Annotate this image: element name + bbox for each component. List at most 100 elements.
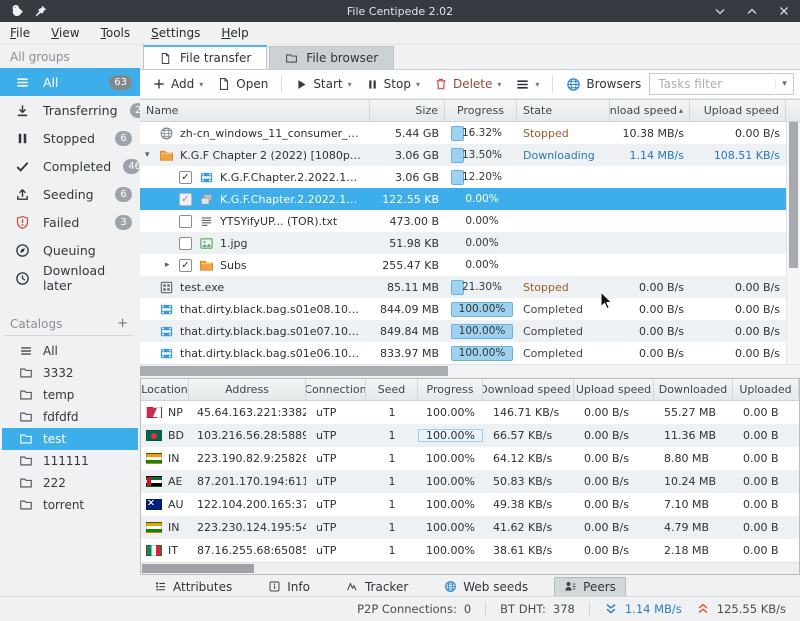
peers-column-header-seed[interactable]: Seed [366, 379, 418, 400]
delete-dropdown-caret[interactable]: ▾ [497, 80, 501, 89]
stop-button[interactable]: Stop▾ [360, 75, 426, 93]
open-button[interactable]: Open [211, 75, 274, 93]
catalog-item-111111[interactable]: 111111 [2, 450, 138, 472]
horizontal-scrollbar[interactable] [140, 364, 800, 377]
peers-horizontal-scrollbar[interactable] [141, 562, 799, 574]
menu-item-settings[interactable]: Settings [151, 26, 200, 40]
transfer-row[interactable]: zh-cn_windows_11_consumer_editions_upd…5… [140, 122, 786, 144]
detail-tab-peers[interactable]: Peers [554, 577, 626, 597]
catalog-item-3332[interactable]: 3332 [2, 362, 138, 384]
peers-column-header-connection[interactable]: Connection [306, 379, 366, 400]
peer-row[interactable]: IN223.190.82.9:25828uTP1100.00%64.12 KB/… [141, 447, 799, 470]
peer-row[interactable]: AE87.201.170.194:61186uTP1100.00%50.83 K… [141, 470, 799, 493]
catalog-item-test[interactable]: test [2, 428, 138, 450]
sidebar-item-transferring[interactable]: Transferring2 [0, 96, 140, 124]
file-checkbox[interactable] [179, 237, 192, 250]
menu-item-file[interactable]: File [10, 26, 30, 40]
tab-file-browser[interactable]: File browser [269, 46, 394, 69]
horizontal-scrollbar-thumb[interactable] [140, 366, 448, 376]
peers-column-header-address[interactable]: Address [189, 379, 306, 400]
browsers-button[interactable]: Browsers [560, 75, 647, 94]
sidebar-item-queuing[interactable]: Queuing [0, 236, 140, 264]
peers-column-header-download-speed[interactable]: Download speed▴ [483, 379, 574, 400]
peer-upload-speed: 0.00 B/s [574, 406, 654, 419]
sidebar-item-failed[interactable]: Failed3 [0, 208, 140, 236]
start-dropdown-caret[interactable]: ▾ [348, 80, 352, 89]
pin-icon[interactable] [34, 3, 48, 19]
sidebar-item-completed[interactable]: Completed46 [0, 152, 140, 180]
peer-row[interactable]: BD103.216.56.28:58896uTP1100.00%66.57 KB… [141, 424, 799, 447]
maximize-button[interactable] [744, 3, 760, 19]
expander-icon[interactable]: ▸ [165, 260, 179, 270]
file-checkbox[interactable]: ✓ [179, 193, 192, 206]
file-checkbox[interactable]: ✓ [179, 171, 192, 184]
detail-tab-label: Peers [583, 580, 616, 594]
expander-icon[interactable]: ▾ [145, 150, 159, 160]
add-button[interactable]: Add▾ [146, 75, 209, 93]
download-arrows-icon [604, 602, 618, 616]
delete-button[interactable]: Delete▾ [428, 75, 507, 93]
more-dropdown-caret[interactable]: ▾ [535, 80, 539, 89]
vertical-scrollbar-thumb[interactable] [789, 122, 798, 268]
peers-horizontal-scrollbar-thumb[interactable] [142, 564, 254, 573]
transfer-row[interactable]: that.dirty.black.bag.s01e07.1080p.web.h2… [140, 320, 786, 342]
add-catalog-button[interactable]: + [117, 316, 128, 331]
menu-item-tools[interactable]: Tools [101, 26, 131, 40]
peers-column-header-upload-speed[interactable]: Upload speed [574, 379, 654, 400]
sidebar-item-label: All [43, 75, 59, 90]
file-checkbox[interactable]: ✓ [179, 259, 192, 272]
catalog-item-torrent[interactable]: torrent [2, 494, 138, 516]
sidebar-item-all[interactable]: All63 [0, 68, 140, 96]
peer-row[interactable]: NP45.64.163.221:33822uTP1100.00%146.71 K… [141, 401, 799, 424]
peer-row[interactable]: AU122.104.200.165:37738uTP1100.00%49.38 … [141, 493, 799, 516]
sidebar-item-download-later[interactable]: Download later [0, 264, 140, 292]
column-header-upload-speed[interactable]: Upload speed [690, 100, 786, 121]
minimize-button[interactable] [712, 3, 728, 19]
peer-row[interactable]: IN223.230.124.195:54348uTP1100.00%41.62 … [141, 516, 799, 539]
peers-table: NP45.64.163.221:33822uTP1100.00%146.71 K… [141, 401, 799, 562]
more-menu-button[interactable]: ▾ [509, 75, 545, 94]
detail-tab-tracker[interactable]: Tracker [336, 577, 418, 597]
menu-item-help[interactable]: Help [221, 26, 248, 40]
peers-column-header-progress[interactable]: Progress [418, 379, 483, 400]
catalog-item-222[interactable]: 222 [2, 472, 138, 494]
column-header-download-speed[interactable]: Download speed▴ [610, 100, 690, 121]
vertical-scrollbar[interactable] [786, 122, 800, 364]
transfer-row[interactable]: ▾K.G.F Chapter 2 (2022) [1080p] [WEBRip]… [140, 144, 786, 166]
peer-row[interactable]: IT87.16.255.68:65085uTP1100.00%38.61 KB/… [141, 539, 799, 562]
catalog-item-all[interactable]: All [2, 340, 138, 362]
column-header-size[interactable]: Size [370, 100, 445, 121]
transfer-row[interactable]: ▸✓Subs255.47 KB0.00% [140, 254, 786, 276]
close-button[interactable] [776, 3, 792, 19]
transfer-row[interactable]: 1.jpg51.98 KB0.00% [140, 232, 786, 254]
tab-file-transfer[interactable]: File transfer [143, 45, 267, 69]
peers-column-header-downloaded[interactable]: Downloaded [654, 379, 733, 400]
peers-column-header-uploaded[interactable]: Uploaded [733, 379, 799, 400]
detail-tab-attributes[interactable]: Attributes [144, 577, 242, 597]
transfer-row[interactable]: ✓K.G.F.Chapter.2.2022.1080p.WEBRip.x…3.0… [140, 166, 786, 188]
column-header-progress[interactable]: Progress [445, 100, 517, 121]
tasks-filter-combobox[interactable]: Tasks filter ▾ [649, 73, 794, 95]
stop-dropdown-caret[interactable]: ▾ [416, 80, 420, 89]
file-checkbox[interactable] [179, 215, 192, 228]
column-header-state[interactable]: State [517, 100, 610, 121]
start-button[interactable]: Start▾ [289, 75, 357, 93]
transfer-row[interactable]: that.dirty.black.bag.s01e06.1080p.web.h2… [140, 342, 786, 364]
add-dropdown-caret[interactable]: ▾ [199, 80, 203, 89]
catalog-item-fdfdfd[interactable]: fdfdfd [2, 406, 138, 428]
transfer-row[interactable]: YTSYifyUP... (TOR).txt473.00 B0.00% [140, 210, 786, 232]
peers-column-header-location[interactable]: Location [141, 379, 189, 400]
catalog-item-temp[interactable]: temp [2, 384, 138, 406]
transfer-row[interactable]: test.exe85.11 MB21.30%Stopped0.00 B/s0.0… [140, 276, 786, 298]
detail-tab-info[interactable]: Info [258, 577, 320, 597]
transfer-row[interactable]: ✓K.G.F.Chapter.2.2022.1080p.WEBRip.x…122… [140, 188, 786, 210]
transfer-row[interactable]: that.dirty.black.bag.s01e08.1080p.web.h2… [140, 298, 786, 320]
column-header-name[interactable]: Name [140, 100, 370, 121]
catalogs-title: Catalogs [10, 317, 62, 331]
filter-dropdown-caret[interactable]: ▾ [775, 79, 793, 89]
sidebar-item-seeding[interactable]: Seeding6 [0, 180, 140, 208]
detail-tab-web-seeds[interactable]: Web seeds [434, 577, 538, 597]
sidebar-item-stopped[interactable]: Stopped6 [0, 124, 140, 152]
file-size: 85.11 MB [370, 281, 445, 294]
menu-item-view[interactable]: View [51, 26, 79, 40]
